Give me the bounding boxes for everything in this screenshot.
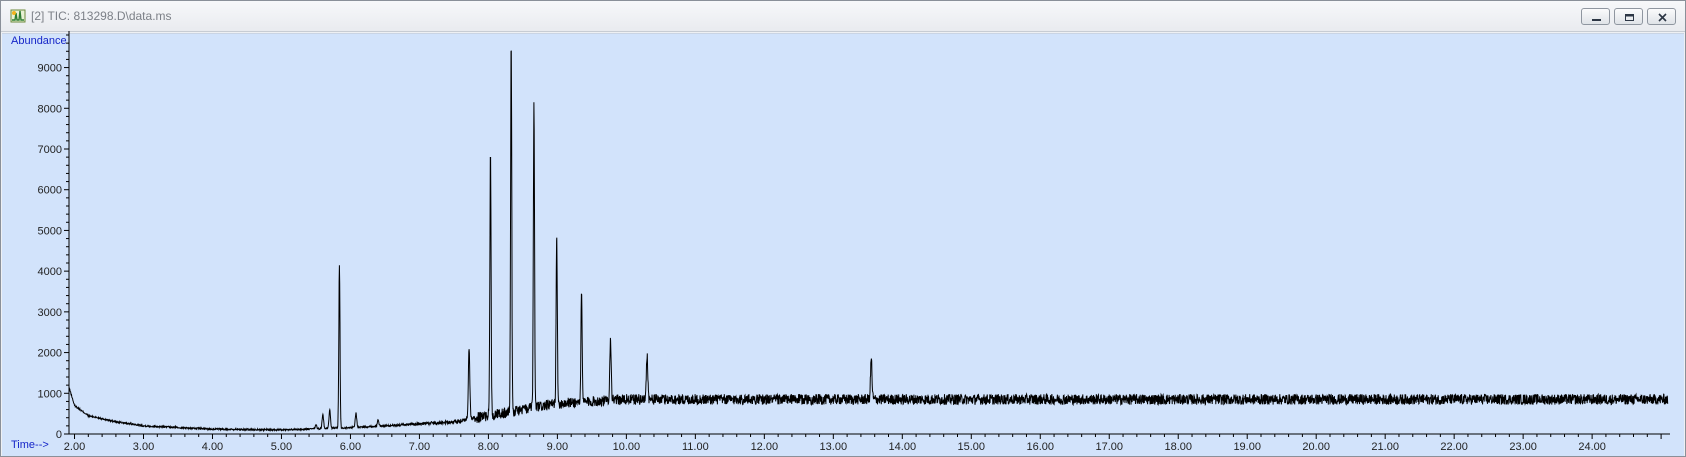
y-tick-label: 6000 bbox=[38, 185, 62, 197]
x-tick-label: 14.00 bbox=[889, 441, 917, 453]
x-tick-label: 19.00 bbox=[1233, 441, 1261, 453]
y-tick-label: 4000 bbox=[38, 266, 62, 278]
y-tick-label: 0 bbox=[56, 429, 62, 441]
x-tick-label: 11.00 bbox=[682, 441, 709, 453]
x-tick-label: 13.00 bbox=[820, 441, 848, 453]
chromatogram-chart: 0 1000 2000 3000 4000 5000 6000 7000 8000 9000 2.0… bbox=[38, 31, 1670, 453]
x-tick-label: 18.00 bbox=[1164, 441, 1192, 453]
x-tick-label: 24.00 bbox=[1578, 441, 1606, 453]
y-tick-label: 7000 bbox=[38, 144, 62, 156]
x-tick-label: 4.00 bbox=[202, 441, 223, 453]
x-tick-label: 9.00 bbox=[547, 441, 568, 453]
y-tick-label: 8000 bbox=[38, 103, 62, 115]
x-tick-label: 3.00 bbox=[133, 441, 154, 453]
y-tick-label: 5000 bbox=[38, 225, 62, 237]
x-tick-label: 12.00 bbox=[751, 441, 779, 453]
x-tick-label: 16.00 bbox=[1026, 441, 1054, 453]
chromatogram-window: [2] TIC: 813298.D\data.ms Abundance Time… bbox=[0, 0, 1686, 457]
x-tick-label: 15.00 bbox=[958, 441, 986, 453]
x-tick-label: 7.00 bbox=[409, 441, 430, 453]
tic-trace-series bbox=[68, 50, 1669, 433]
x-tick-label: 5.00 bbox=[271, 441, 292, 453]
x-tick-label: 2.00 bbox=[64, 441, 85, 453]
x-tick-label: 23.00 bbox=[1509, 441, 1537, 453]
x-tick-label: 10.00 bbox=[613, 441, 641, 453]
x-tick-label: 22.00 bbox=[1440, 441, 1468, 453]
x-tick-label: 20.00 bbox=[1302, 441, 1330, 453]
y-tick-label: 2000 bbox=[38, 348, 62, 360]
x-tick-label: 8.00 bbox=[478, 441, 499, 453]
y-tick-label: 3000 bbox=[38, 307, 62, 319]
x-tick-label: 17.00 bbox=[1095, 441, 1123, 453]
y-tick-label: 1000 bbox=[38, 388, 62, 400]
y-tick-label: 9000 bbox=[38, 63, 62, 75]
x-tick-label: 21.00 bbox=[1371, 441, 1399, 453]
x-tick-label: 6.00 bbox=[340, 441, 361, 453]
